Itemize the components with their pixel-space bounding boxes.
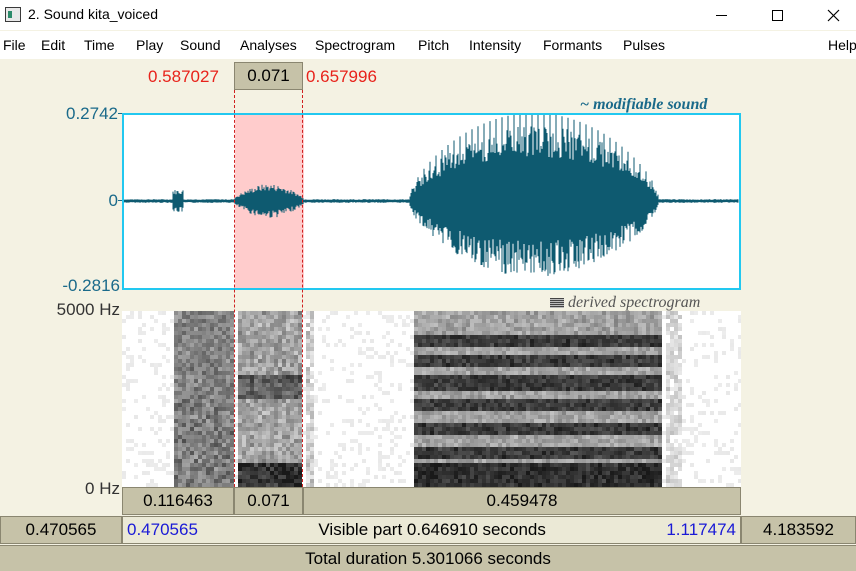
waveform-max-label: 0.2742 <box>66 104 118 123</box>
selection-start: 0.587027 <box>148 67 219 86</box>
window-title: 2. Sound kita_voiced <box>28 6 158 22</box>
spectrogram-image <box>122 311 741 487</box>
after-window-duration[interactable]: 4.183592 <box>741 516 856 544</box>
selection-duration-top[interactable]: 0.071 <box>234 62 303 90</box>
visible-part-label: Visible part 0.646910 seconds <box>318 520 546 539</box>
after-window-value: 4.183592 <box>763 520 834 539</box>
spectrogram-min-label: 0 Hz <box>85 479 120 498</box>
waveform-path <box>124 115 739 276</box>
maximize-icon <box>771 9 783 21</box>
menu-spectrogram[interactable]: Spectrogram <box>315 37 395 53</box>
menu-play[interactable]: Play <box>136 37 163 53</box>
menu-analyses[interactable]: Analyses <box>240 37 297 53</box>
menu-file[interactable]: File <box>3 37 26 53</box>
selection-start-line <box>234 90 235 487</box>
praat-sound-window-icon <box>5 7 21 22</box>
close-button[interactable] <box>810 0 856 30</box>
menu-edit[interactable]: Edit <box>41 37 65 53</box>
waveform-zero-label: 0 <box>108 191 118 210</box>
spectrogram-icon <box>550 298 564 309</box>
menu-help[interactable]: Help <box>828 37 856 53</box>
derived-spectrogram-caption: derived spectrogram <box>550 294 700 312</box>
selection-end: 0.657996 <box>306 67 377 86</box>
window-end-time: 1.117474 <box>666 520 736 539</box>
minimize-icon <box>715 14 727 16</box>
close-icon <box>827 9 839 21</box>
menu-pitch[interactable]: Pitch <box>418 37 449 53</box>
waveform-panel[interactable] <box>122 113 741 290</box>
menu-pulses[interactable]: Pulses <box>623 37 665 53</box>
duration-selection[interactable]: 0.071 <box>234 487 303 515</box>
total-duration-bar[interactable]: Total duration 5.301066 seconds <box>0 545 856 571</box>
total-duration-label: Total duration 5.301066 seconds <box>305 548 551 568</box>
title-bar: 2. Sound kita_voiced <box>0 0 856 30</box>
minimize-button[interactable] <box>698 0 744 30</box>
menu-time[interactable]: Time <box>84 37 115 53</box>
before-window-value: 0.470565 <box>25 520 97 539</box>
maximize-button[interactable] <box>754 0 800 30</box>
waveform-min-label: -0.2816 <box>62 276 120 295</box>
menu-bar: File Edit Time Play Sound Analyses Spect… <box>0 31 856 59</box>
waveform-trace <box>124 115 739 276</box>
visible-part-bar[interactable]: 0.470565 Visible part 0.646910 seconds 1… <box>122 516 741 544</box>
menu-sound[interactable]: Sound <box>180 37 220 53</box>
before-window-duration[interactable]: 0.470565 <box>0 516 122 544</box>
window-start-time: 0.470565 <box>127 520 198 539</box>
spectrogram-panel[interactable] <box>122 311 741 487</box>
menu-intensity[interactable]: Intensity <box>469 37 521 53</box>
menu-formants[interactable]: Formants <box>543 37 602 53</box>
duration-after-selection[interactable]: 0.459478 <box>303 487 741 515</box>
duration-before-selection[interactable]: 0.116463 <box>122 487 234 515</box>
selection-end-line <box>302 90 303 487</box>
spectrogram-max-label: 5000 Hz <box>56 300 120 319</box>
derived-spectrogram-label: derived spectrogram <box>568 294 701 311</box>
modifiable-sound-caption: ~ modifiable sound <box>580 96 708 113</box>
